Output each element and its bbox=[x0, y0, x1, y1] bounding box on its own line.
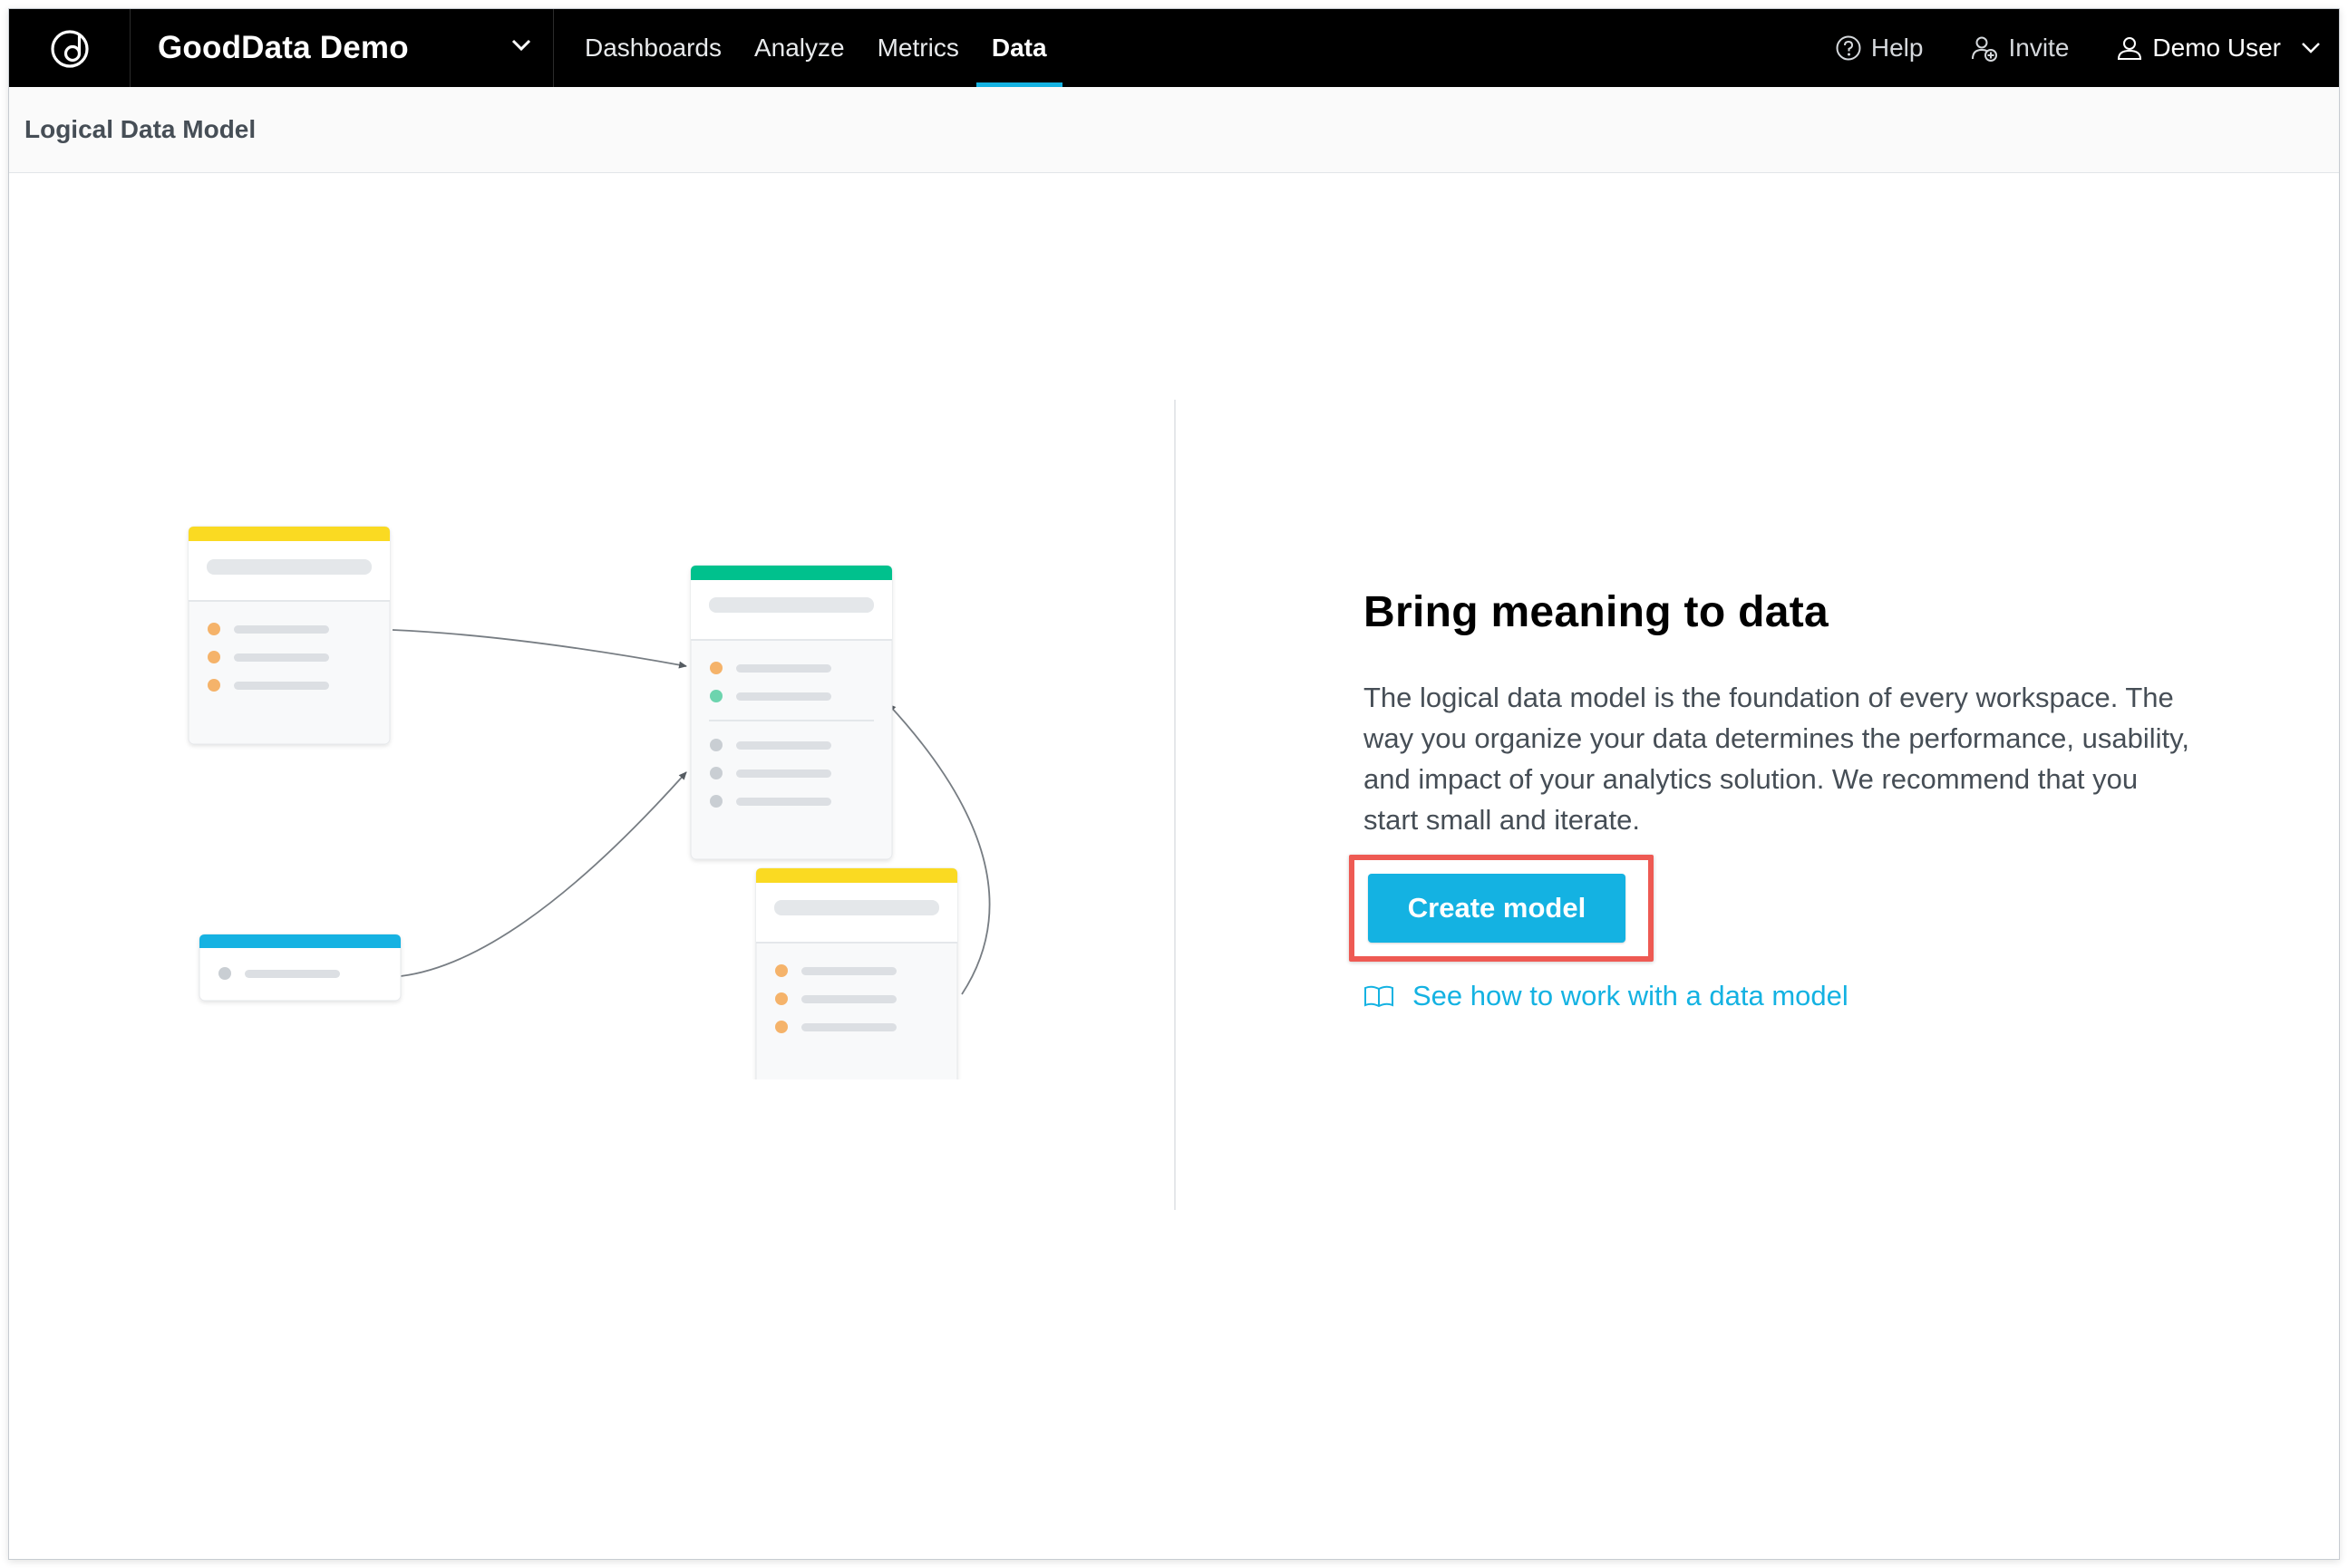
nav-data[interactable]: Data bbox=[975, 9, 1062, 87]
nav-metrics[interactable]: Metrics bbox=[878, 9, 959, 87]
app-window: GoodData Demo Dashboards Analyze Metrics… bbox=[8, 8, 2340, 1560]
empty-state-headline: Bring meaning to data bbox=[1363, 588, 1829, 636]
connector-line bbox=[392, 629, 687, 669]
user-label: Demo User bbox=[2152, 34, 2281, 62]
dataset-card bbox=[690, 565, 893, 860]
help-icon bbox=[1836, 35, 1861, 61]
create-model-button[interactable]: Create model bbox=[1368, 874, 1625, 943]
invite-label: Invite bbox=[2008, 34, 2070, 62]
nav-analyze[interactable]: Analyze bbox=[754, 9, 845, 87]
invite-button[interactable]: Invite bbox=[1970, 34, 2069, 63]
chevron-down-icon bbox=[2302, 43, 2320, 53]
connector-line bbox=[400, 771, 687, 977]
help-button[interactable]: Help bbox=[1835, 34, 1924, 63]
user-icon bbox=[2118, 37, 2142, 60]
invite-icon bbox=[1972, 36, 1998, 62]
data-model-illustration bbox=[188, 526, 991, 1079]
gooddata-logo-icon[interactable] bbox=[9, 9, 130, 87]
documentation-link-label: See how to work with a data model bbox=[1412, 980, 1848, 1011]
chevron-down-icon bbox=[511, 39, 531, 52]
workspace-switcher[interactable]: GoodData Demo bbox=[130, 9, 554, 87]
page-header: Logical Data Model bbox=[9, 87, 2339, 173]
dataset-card bbox=[199, 934, 402, 1002]
top-header: GoodData Demo Dashboards Analyze Metrics… bbox=[9, 9, 2339, 87]
workspace-name: GoodData Demo bbox=[158, 30, 409, 65]
book-icon bbox=[1364, 985, 1393, 1008]
user-menu[interactable]: Demo User bbox=[2116, 34, 2321, 63]
page-title: Logical Data Model bbox=[24, 115, 257, 143]
dataset-card bbox=[755, 867, 958, 1079]
empty-state-panel: Bring meaning to data The logical data m… bbox=[1349, 587, 2198, 1011]
nav-dashboards[interactable]: Dashboards bbox=[585, 9, 722, 87]
main-nav: Dashboards Analyze Metrics Data bbox=[585, 9, 1080, 87]
header-actions: Help Invite Demo User bbox=[1835, 9, 2339, 87]
help-label: Help bbox=[1870, 34, 1924, 62]
main-content: Bring meaning to data The logical data m… bbox=[9, 173, 2339, 1559]
empty-state-description: The logical data model is the foundation… bbox=[1363, 682, 2189, 836]
dataset-card bbox=[188, 526, 391, 745]
highlight-box: Create model bbox=[1349, 855, 1654, 962]
documentation-link[interactable]: See how to work with a data model bbox=[1363, 980, 1848, 1012]
vertical-divider bbox=[1174, 400, 1176, 1210]
